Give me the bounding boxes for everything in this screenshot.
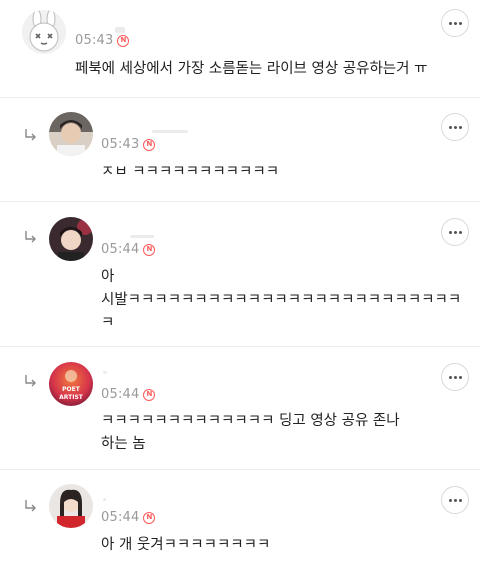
reply-arrow-icon	[25, 375, 36, 387]
comment-time: 05:43	[101, 137, 140, 152]
new-badge-icon: N	[143, 138, 156, 151]
photo-avatar-icon	[49, 217, 93, 261]
new-badge-icon: N	[117, 34, 130, 47]
more-options-button[interactable]	[441, 9, 469, 37]
comment-meta: 05:44 N	[101, 242, 156, 257]
reply-comment-1: 05:43 N ㅈㅂ ㅋㅋㅋㅋㅋㅋㅋㅋㅋㅋㅋ	[0, 98, 480, 201]
more-options-icon	[448, 498, 462, 502]
commenter-avatar[interactable]	[49, 112, 93, 156]
comment-meta: 05:44 N	[101, 510, 156, 525]
more-options-icon	[448, 230, 462, 234]
comment-1: 05:43 N 페북에 세상에서 가장 소름돋는 라이브 영상 공유하는거 ㅠ	[0, 0, 480, 97]
reply-comment-3: POET ARTIST 05:44 N ㅋㅋㅋㅋㅋㅋㅋㅋㅋㅋㅋㅋㅋ 딩고 영상 …	[0, 347, 480, 469]
username-redacted	[130, 235, 154, 238]
comment-time: 05:44	[101, 242, 140, 257]
more-options-icon	[448, 125, 462, 129]
photo-avatar-icon	[49, 484, 93, 528]
photo-avatar-icon	[49, 112, 93, 156]
avatar-text-artist: ARTIST	[59, 394, 84, 401]
comment-meta: 05:43 N	[101, 137, 156, 152]
comment-time: 05:44	[101, 510, 140, 525]
username-redacted	[152, 130, 188, 133]
comment-time: 05:43	[75, 33, 114, 48]
username-redacted	[103, 371, 107, 374]
more-options-icon	[448, 375, 462, 379]
more-options-button[interactable]	[441, 113, 469, 141]
new-badge-icon: N	[143, 511, 156, 524]
commenter-avatar[interactable]	[22, 10, 66, 54]
username-redacted	[103, 498, 106, 501]
commenter-avatar[interactable]	[49, 217, 93, 261]
comment-text: 페북에 세상에서 가장 소름돋는 라이브 영상 공유하는거 ㅠ	[75, 61, 428, 77]
new-badge-icon: N	[143, 243, 156, 256]
comment-meta: 05:44 N	[101, 387, 156, 402]
more-options-icon	[448, 21, 462, 25]
comment-text: 아 시발ㅋㅋㅋㅋㅋㅋㅋㅋㅋㅋㅋㅋㅋㅋㅋㅋㅋㅋㅋㅋㅋㅋㅋㅋㅋ ㅋ	[101, 269, 462, 331]
comment-text: 아 개 웃겨ㅋㅋㅋㅋㅋㅋㅋㅋ	[101, 537, 271, 553]
commenter-avatar[interactable]	[49, 484, 93, 528]
comment-text: ㅋㅋㅋㅋㅋㅋㅋㅋㅋㅋㅋㅋㅋ 딩고 영상 공유 존나 하는 놈	[101, 413, 400, 452]
bunny-avatar-icon	[22, 10, 66, 54]
avatar-text-poet: POET	[62, 386, 81, 393]
more-options-button[interactable]	[441, 363, 469, 391]
commenter-avatar[interactable]: POET ARTIST	[49, 362, 93, 406]
new-badge-icon: N	[143, 388, 156, 401]
reply-arrow-icon	[25, 129, 36, 141]
reply-comment-4: 05:44 N 아 개 웃겨ㅋㅋㅋㅋㅋㅋㅋㅋ	[0, 470, 480, 572]
comment-time: 05:44	[101, 387, 140, 402]
more-options-button[interactable]	[441, 218, 469, 246]
reply-arrow-icon	[25, 500, 36, 512]
reply-comment-2: 05:44 N 아 시발ㅋㅋㅋㅋㅋㅋㅋㅋㅋㅋㅋㅋㅋㅋㅋㅋㅋㅋㅋㅋㅋㅋㅋㅋㅋ ㅋ	[0, 202, 480, 346]
poet-artist-avatar-icon: POET ARTIST	[49, 362, 93, 406]
comment-text: ㅈㅂ ㅋㅋㅋㅋㅋㅋㅋㅋㅋㅋㅋ	[101, 164, 280, 180]
comment-meta: 05:43 N	[75, 33, 130, 48]
more-options-button[interactable]	[441, 486, 469, 514]
reply-arrow-icon	[25, 231, 36, 243]
